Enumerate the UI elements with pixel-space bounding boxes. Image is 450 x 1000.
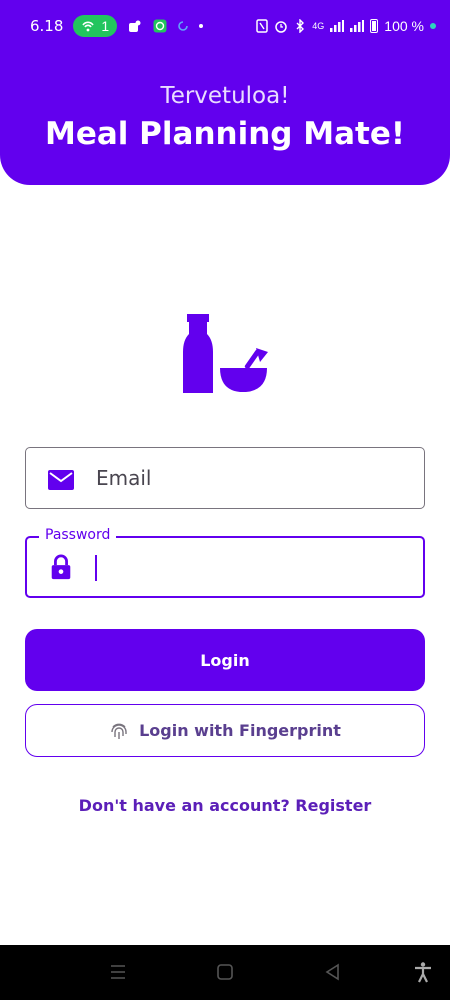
lock-icon: [51, 554, 71, 580]
status-icons-right: 4G 100 %: [256, 18, 436, 34]
navigation-bar: [0, 945, 450, 1000]
accessibility-icon[interactable]: [412, 961, 434, 983]
password-label: Password: [39, 527, 117, 543]
signal-icon: [330, 20, 345, 32]
text-cursor: [95, 555, 97, 581]
email-icon: [48, 470, 74, 490]
signal-icon: [350, 20, 365, 32]
sync-icon: [178, 21, 189, 31]
password-field[interactable]: Password: [25, 527, 425, 598]
fingerprint-label: Login with Fingerprint: [139, 721, 341, 740]
status-icons-left: [127, 19, 204, 33]
email-input[interactable]: Email: [96, 466, 152, 490]
fingerprint-login-button[interactable]: Login with Fingerprint: [25, 704, 425, 757]
dot-icon: [430, 23, 436, 29]
app-title: Meal Planning Mate!: [44, 116, 406, 152]
status-bar: 6.18 1 4G 100 %: [0, 0, 450, 52]
register-link[interactable]: Don't have an account? Register: [0, 796, 450, 815]
recents-icon[interactable]: [107, 961, 129, 983]
teams-icon: [129, 20, 141, 32]
status-time: 6.18: [30, 17, 64, 35]
nfc-icon: [256, 19, 269, 33]
hotspot-indicator[interactable]: 1: [73, 15, 118, 37]
hotspot-icon: [82, 21, 95, 32]
app-icon: [153, 19, 167, 33]
back-icon[interactable]: [322, 961, 344, 983]
email-field[interactable]: Email: [25, 447, 425, 509]
network-type: 4G: [312, 21, 325, 31]
home-icon[interactable]: [214, 961, 236, 983]
dot-icon: [199, 24, 204, 28]
welcome-text: Tervetuloa!: [160, 83, 290, 109]
alarm-icon: [275, 21, 288, 33]
fingerprint-icon: [111, 723, 127, 739]
food-logo-icon: [183, 314, 268, 393]
login-button[interactable]: Login: [25, 629, 425, 691]
hotspot-count: 1: [101, 18, 110, 34]
battery-level: 100 %: [384, 18, 424, 34]
bluetooth-icon: [296, 19, 305, 33]
battery-icon: [370, 19, 379, 33]
header: 6.18 1 4G 100 % Tervetuloa! Meal Plannin…: [0, 0, 450, 185]
